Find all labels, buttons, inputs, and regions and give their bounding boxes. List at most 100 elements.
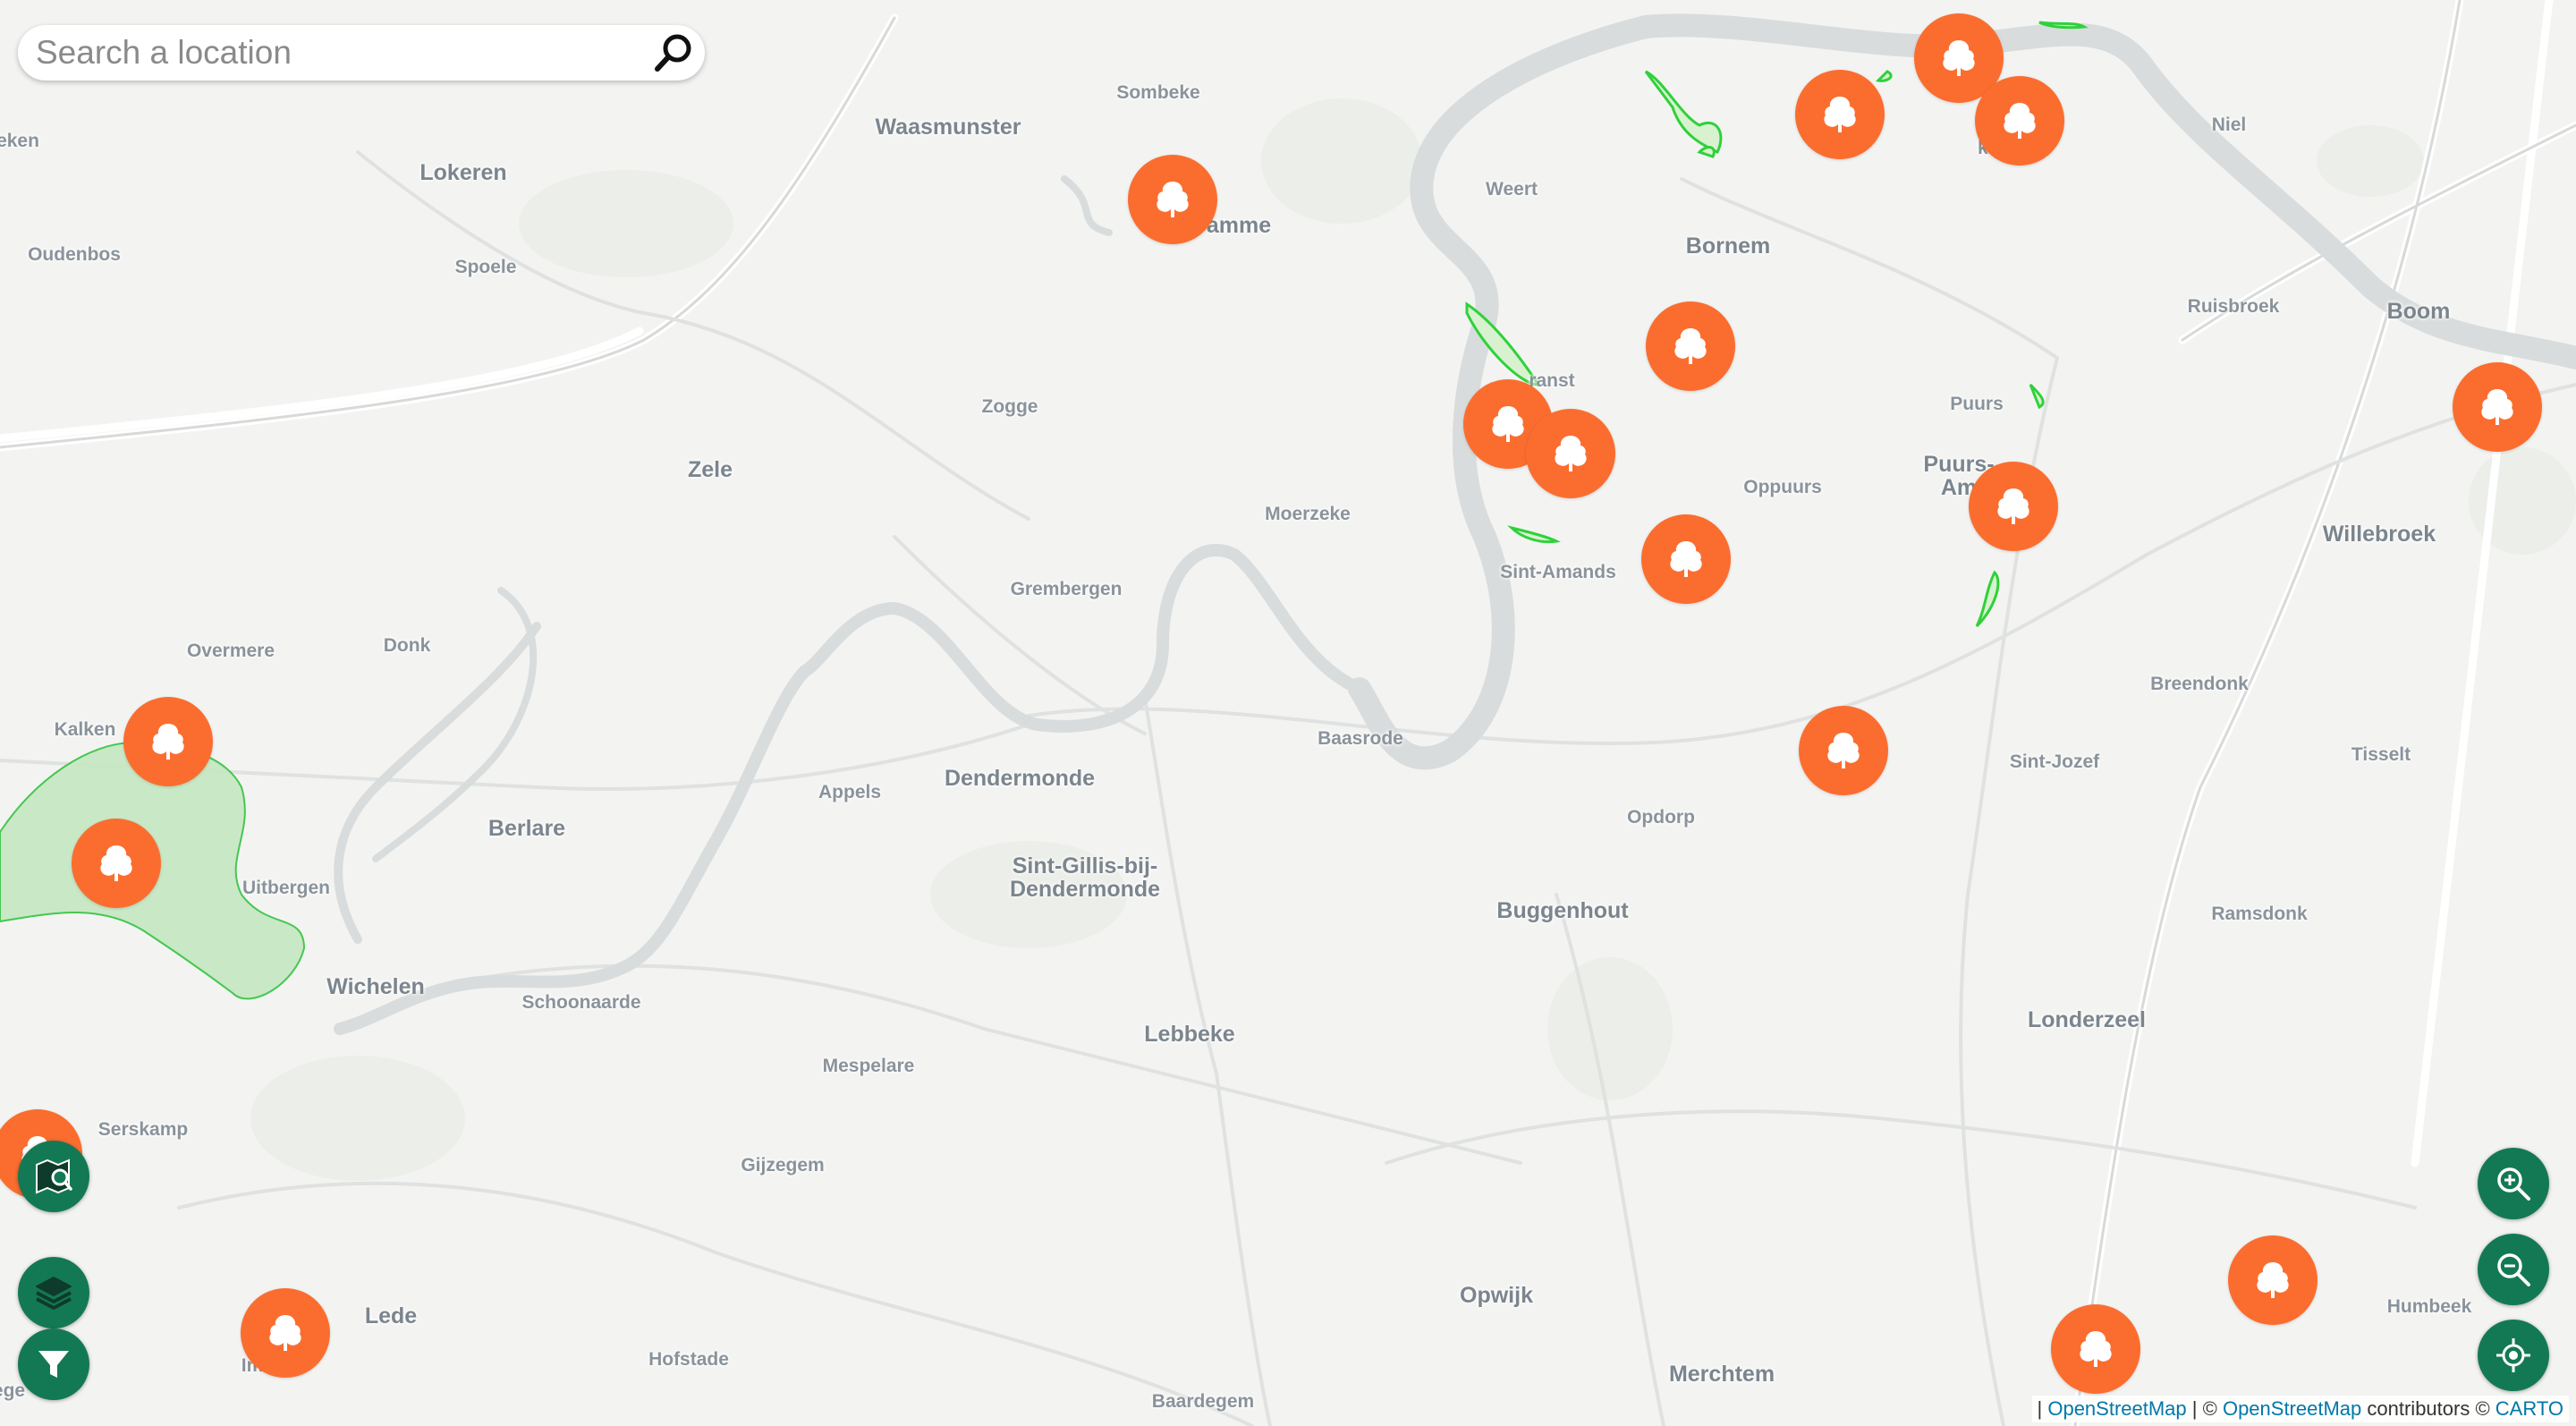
place-label: Overmere bbox=[186, 640, 275, 661]
filter-icon bbox=[38, 1351, 69, 1378]
place-label: Kalken bbox=[54, 718, 116, 740]
attribution-copyright: | © bbox=[2191, 1397, 2217, 1420]
place-label: Berlare bbox=[487, 815, 566, 841]
place-label: Baardegem bbox=[1151, 1390, 1255, 1412]
tree-icon bbox=[1824, 97, 1856, 132]
place-label: Sint-Gillis-bij- Dendermonde bbox=[1009, 853, 1161, 902]
zoom-in-icon bbox=[2497, 1167, 2530, 1201]
place-label: Ramsdonk bbox=[2211, 903, 2308, 924]
tree-marker[interactable] bbox=[123, 697, 213, 786]
place-label: Tisselt bbox=[2351, 743, 2411, 765]
search-icon[interactable] bbox=[651, 30, 696, 75]
search-bar bbox=[18, 25, 705, 81]
place-label: Lebbeke bbox=[1144, 1021, 1235, 1047]
tree-icon bbox=[269, 1315, 301, 1351]
place-label: Moerzeke bbox=[1265, 503, 1351, 524]
place-label: Spoele bbox=[454, 256, 517, 277]
place-label: eken bbox=[0, 130, 39, 151]
tree-icon bbox=[2481, 389, 2513, 425]
tree-icon bbox=[1670, 541, 1702, 577]
place-label: Ruisbroek bbox=[2187, 295, 2280, 317]
place-label: Breendonk bbox=[2150, 673, 2249, 694]
place-label: Buggenhout bbox=[1496, 897, 1629, 923]
place-label: Oudenbos bbox=[28, 243, 121, 265]
tree-marker[interactable] bbox=[1641, 514, 1731, 604]
place-label: Serskamp bbox=[97, 1118, 189, 1140]
tree-icon bbox=[2004, 103, 2036, 139]
tree-marker[interactable] bbox=[72, 819, 161, 908]
place-label: Dendermonde bbox=[944, 765, 1096, 791]
place-label: Weert bbox=[1486, 178, 1538, 199]
tree-marker[interactable] bbox=[1646, 301, 1735, 391]
place-label: Lokeren bbox=[419, 159, 507, 185]
tree-icon bbox=[1492, 406, 1524, 442]
zoom-out-icon bbox=[2497, 1253, 2530, 1286]
tree-marker[interactable] bbox=[1526, 409, 1615, 498]
tree-marker[interactable] bbox=[241, 1288, 330, 1378]
zoom-in-button[interactable] bbox=[2478, 1148, 2549, 1219]
place-label: Baasrode bbox=[1318, 727, 1403, 749]
place-label: Willebroek bbox=[2322, 521, 2436, 547]
place-label: Niel bbox=[2211, 114, 2247, 135]
locate-icon bbox=[2496, 1338, 2530, 1372]
place-label: Boom bbox=[2386, 298, 2451, 324]
tree-icon bbox=[1997, 488, 2029, 524]
place-label: Hofstade bbox=[648, 1348, 729, 1370]
place-label: Opwijk bbox=[1460, 1282, 1533, 1308]
place-label: Appels bbox=[818, 781, 882, 802]
place-label: Zele bbox=[687, 456, 733, 482]
place-label: Schoonaarde bbox=[521, 991, 641, 1013]
place-label: Sint-Amands bbox=[1500, 561, 1616, 582]
place-label: Merchtem bbox=[1668, 1361, 1775, 1387]
tree-marker[interactable] bbox=[1969, 462, 2058, 551]
tree-icon bbox=[1674, 328, 1707, 364]
place-label: Mespelare bbox=[822, 1055, 915, 1076]
place-label: Puurs bbox=[1950, 393, 2004, 414]
place-label: Sombeke bbox=[1116, 81, 1200, 103]
filter-button[interactable] bbox=[18, 1328, 89, 1400]
attribution-separator: | bbox=[2037, 1397, 2043, 1420]
place-label: Waasmunster bbox=[875, 114, 1021, 140]
place-label: Londerzeel bbox=[2028, 1006, 2146, 1032]
place-label: Sint-Jozef bbox=[2009, 751, 2100, 772]
search-input[interactable] bbox=[34, 33, 628, 72]
tree-icon bbox=[100, 845, 132, 881]
locate-button[interactable] bbox=[2478, 1320, 2549, 1391]
layers-icon bbox=[36, 1277, 72, 1310]
tree-marker[interactable] bbox=[1128, 155, 1217, 244]
place-label: Wichelen bbox=[326, 973, 425, 999]
place-label: ege bbox=[0, 1379, 26, 1401]
place-label: Uitbergen bbox=[242, 877, 331, 898]
place-label: Oppuurs bbox=[1743, 476, 1822, 497]
nearby-search-button[interactable] bbox=[18, 1141, 89, 1212]
tree-marker[interactable] bbox=[1799, 706, 1888, 795]
place-label: Opdorp bbox=[1627, 806, 1695, 828]
tree-icon bbox=[1157, 182, 1189, 217]
zoom-out-button[interactable] bbox=[2478, 1234, 2549, 1305]
carto-link[interactable]: CARTO bbox=[2496, 1397, 2563, 1420]
tree-icon bbox=[152, 724, 184, 760]
map-search-icon bbox=[36, 1159, 72, 1194]
map-attribution: | OpenStreetMap | © OpenStreetMap contri… bbox=[2031, 1396, 2569, 1422]
place-label: amme bbox=[1206, 212, 1272, 238]
tree-marker[interactable] bbox=[1975, 76, 2064, 166]
tree-icon bbox=[1827, 733, 1860, 768]
place-label: Humbeek bbox=[2386, 1295, 2472, 1317]
tree-icon bbox=[2080, 1331, 2112, 1367]
openstreetmap-link[interactable]: OpenStreetMap bbox=[2047, 1397, 2186, 1420]
place-label: Lede bbox=[364, 1303, 418, 1328]
attribution-contributors: contributors © bbox=[2367, 1397, 2490, 1420]
tree-marker[interactable] bbox=[2051, 1304, 2140, 1394]
tree-marker[interactable] bbox=[2453, 362, 2542, 452]
place-label: Grembergen bbox=[1010, 578, 1123, 599]
place-label: ranst bbox=[1529, 369, 1575, 391]
map-canvas[interactable]: Waasmunster Sombeke Lokeren Oudenbos Spoele e… bbox=[0, 0, 2576, 1426]
openstreetmap-contributors-link[interactable]: OpenStreetMap bbox=[2223, 1397, 2361, 1420]
basemap bbox=[0, 0, 2576, 1426]
tree-icon bbox=[1943, 40, 1975, 76]
tree-marker[interactable] bbox=[1795, 70, 1885, 159]
place-label: Zogge bbox=[981, 395, 1038, 417]
layers-button[interactable] bbox=[18, 1257, 89, 1328]
place-label: Bornem bbox=[1685, 233, 1771, 259]
tree-marker[interactable] bbox=[2228, 1235, 2318, 1325]
